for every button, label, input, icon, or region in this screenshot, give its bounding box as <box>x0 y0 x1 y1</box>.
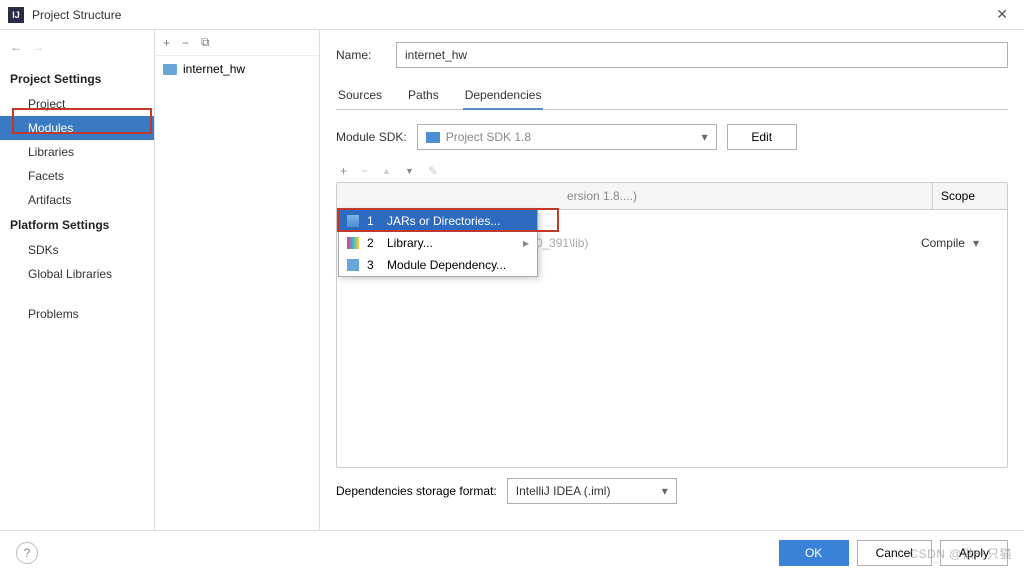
section-platform-settings: Platform Settings <box>0 212 154 238</box>
modules-list: + − ⧉ internet_hw <box>155 30 320 530</box>
sidebar-item-artifacts[interactable]: Artifacts <box>0 188 154 212</box>
module-sdk-select[interactable]: Project SDK 1.8 ▾ <box>417 124 717 150</box>
ok-button[interactable]: OK <box>779 540 849 566</box>
module-icon <box>347 259 359 271</box>
sidebar-item-problems[interactable]: Problems <box>0 302 154 326</box>
back-icon[interactable]: ← <box>10 40 22 54</box>
section-project-settings: Project Settings <box>0 66 154 92</box>
storage-format-label: Dependencies storage format: <box>336 484 497 498</box>
popup-module-dependency[interactable]: 3 Module Dependency... <box>339 254 537 276</box>
scope-select[interactable]: Compile▾ <box>921 236 999 250</box>
help-icon[interactable]: ? <box>16 542 38 564</box>
edit-dependency-icon[interactable]: ✎ <box>428 164 438 178</box>
footer: ? OK Cancel Apply <box>0 530 1024 574</box>
sidebar-item-project[interactable]: Project <box>0 92 154 116</box>
titlebar: IJ Project Structure ✕ <box>0 0 1024 30</box>
dependencies-table: 1 JARs or Directories... 2 Library... ▸ … <box>336 182 1008 468</box>
chevron-down-icon: ▾ <box>662 484 668 498</box>
module-name: internet_hw <box>183 62 245 76</box>
scope-column-header: Scope <box>933 183 1007 209</box>
tab-sources[interactable]: Sources <box>336 82 384 109</box>
chevron-down-icon: ▾ <box>973 236 979 250</box>
chevron-right-icon: ▸ <box>523 236 529 250</box>
remove-module-icon[interactable]: − <box>182 36 189 50</box>
tab-paths[interactable]: Paths <box>406 82 441 109</box>
jar-icon <box>347 215 359 227</box>
app-icon: IJ <box>8 7 24 23</box>
dependency-toolbar: + − ▲ ▼ ✎ <box>336 162 1008 180</box>
name-label: Name: <box>336 48 396 62</box>
storage-format-select[interactable]: IntelliJ IDEA (.iml) ▾ <box>507 478 677 504</box>
popup-library[interactable]: 2 Library... ▸ <box>339 232 537 254</box>
sidebar: ← → Project Settings Project Modules Lib… <box>0 30 155 530</box>
add-module-icon[interactable]: + <box>163 36 170 50</box>
library-icon <box>347 237 359 249</box>
window-title: Project Structure <box>32 8 988 22</box>
tabs: Sources Paths Dependencies <box>336 82 1008 110</box>
export-column-header: ersion 1.8....) <box>337 183 933 209</box>
sidebar-item-global-libraries[interactable]: Global Libraries <box>0 262 154 286</box>
sidebar-item-sdks[interactable]: SDKs <box>0 238 154 262</box>
tab-dependencies[interactable]: Dependencies <box>463 82 544 110</box>
add-dependency-popup: 1 JARs or Directories... 2 Library... ▸ … <box>338 209 538 277</box>
sidebar-item-libraries[interactable]: Libraries <box>0 140 154 164</box>
sidebar-item-modules[interactable]: Modules <box>0 116 154 140</box>
close-icon[interactable]: ✕ <box>988 2 1016 27</box>
module-item[interactable]: internet_hw <box>155 56 319 82</box>
forward-icon[interactable]: → <box>32 40 44 54</box>
sidebar-item-facets[interactable]: Facets <box>0 164 154 188</box>
add-dependency-icon[interactable]: + <box>340 164 347 178</box>
move-down-icon[interactable]: ▼ <box>405 166 414 176</box>
name-input[interactable] <box>396 42 1008 68</box>
move-up-icon[interactable]: ▲ <box>382 166 391 176</box>
apply-button[interactable]: Apply <box>940 540 1008 566</box>
cancel-button[interactable]: Cancel <box>857 540 932 566</box>
remove-dependency-icon[interactable]: − <box>361 164 368 178</box>
popup-jars-or-directories[interactable]: 1 JARs or Directories... <box>339 210 537 232</box>
folder-icon <box>426 132 440 143</box>
dependencies-header: ersion 1.8....) Scope <box>337 183 1007 210</box>
module-sdk-value: Project SDK 1.8 <box>446 130 531 144</box>
chevron-down-icon: ▾ <box>702 130 708 144</box>
copy-module-icon[interactable]: ⧉ <box>201 35 210 50</box>
main-panel: Name: Sources Paths Dependencies Module … <box>320 30 1024 530</box>
module-sdk-label: Module SDK: <box>336 130 407 144</box>
edit-button[interactable]: Edit <box>727 124 797 150</box>
folder-icon <box>163 64 177 75</box>
